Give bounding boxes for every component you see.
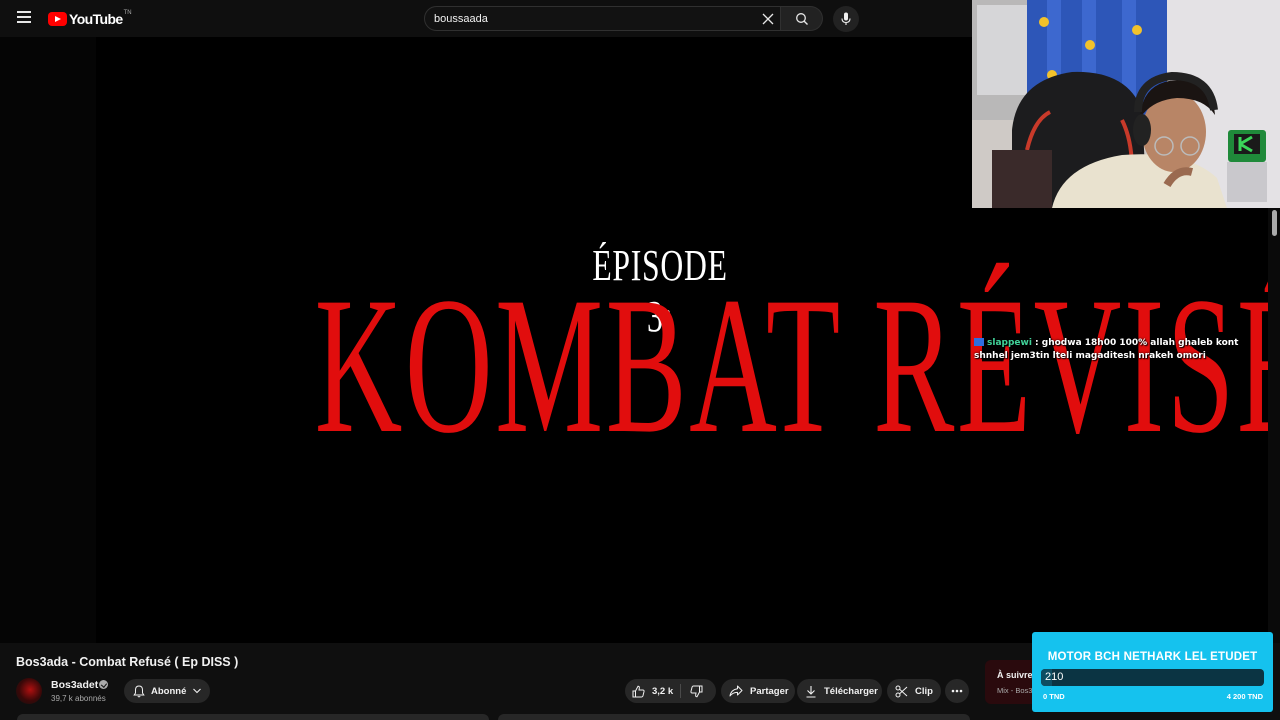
donation-goal-title: MOTOR BCH NETHARK LEL ETUDET xyxy=(1047,651,1258,663)
thumbs-down-icon xyxy=(690,685,703,697)
donation-min-label: 0 TND xyxy=(1043,692,1065,701)
scrollbar-track xyxy=(1268,208,1280,643)
scrollbar-thumb[interactable] xyxy=(1272,210,1277,236)
chevron-down-icon xyxy=(193,688,202,694)
more-icon xyxy=(951,689,963,693)
chat-badge-icon xyxy=(974,338,984,346)
donation-current-amount: 210 xyxy=(1045,671,1064,683)
video-title: Bos3ada - Combat Refusé ( Ep DISS ) xyxy=(16,655,239,669)
search-box xyxy=(424,6,781,31)
webcam-overlay xyxy=(972,0,1280,208)
up-next-subtitle: Mix - Bos3 xyxy=(997,686,1033,695)
chat-message: slappewi : ghodwa 18h00 100% allah ghale… xyxy=(974,337,1274,363)
subscriber-count: 39,7 k abonnés xyxy=(51,694,106,703)
clip-button[interactable]: Clip xyxy=(887,679,941,703)
donation-goal-widget: MOTOR BCH NETHARK LEL ETUDET 210 0 TND 4… xyxy=(1032,632,1273,712)
search-input[interactable] xyxy=(434,12,754,26)
download-icon xyxy=(806,685,816,698)
like-button[interactable]: 3,2 k xyxy=(625,679,680,703)
channel-name[interactable]: Bos3adet xyxy=(51,679,98,691)
like-dislike-group: 3,2 k xyxy=(625,679,716,703)
description-panel-peek xyxy=(17,714,489,720)
thumbs-up-icon xyxy=(632,685,645,697)
chat-username: slappewi xyxy=(987,338,1032,348)
menu-icon[interactable] xyxy=(14,8,34,28)
up-next-card[interactable]: À suivre Mix - Bos3 xyxy=(985,660,1035,704)
dislike-button[interactable] xyxy=(681,679,716,703)
video-player-margin xyxy=(0,37,96,643)
donation-progress-bar: 210 xyxy=(1041,669,1264,686)
scissors-icon xyxy=(895,685,908,697)
voice-search-button[interactable] xyxy=(833,6,859,32)
verified-icon xyxy=(99,680,108,689)
donation-max-label: 4 200 TND xyxy=(1226,692,1263,701)
title-card: KOMBAT RÉVISÉ xyxy=(314,257,1280,474)
mic-icon xyxy=(841,12,851,25)
download-label: Télécharger xyxy=(824,685,878,697)
webcam-image xyxy=(972,0,1280,208)
logo-text: YouTube xyxy=(69,11,123,27)
search-button[interactable] xyxy=(781,6,823,31)
up-next-title: À suivre xyxy=(997,670,1033,680)
comments-panel-peek xyxy=(498,714,970,720)
subscribed-label: Abonné xyxy=(151,685,187,697)
subscribed-button[interactable]: Abonné xyxy=(124,679,210,703)
youtube-logo-icon xyxy=(48,12,67,26)
share-icon xyxy=(729,685,743,697)
bell-icon xyxy=(133,684,145,697)
channel-avatar[interactable] xyxy=(16,678,42,704)
clip-label: Clip xyxy=(915,685,933,697)
youtube-logo[interactable]: YouTube TN xyxy=(48,9,132,29)
share-label: Partager xyxy=(750,685,789,697)
search-icon xyxy=(796,13,808,25)
logo-country-code: TN xyxy=(123,10,132,16)
share-button[interactable]: Partager xyxy=(721,679,795,703)
like-count: 3,2 k xyxy=(652,685,674,697)
more-actions-button[interactable] xyxy=(945,679,969,703)
clear-icon[interactable] xyxy=(760,11,776,27)
download-button[interactable]: Télécharger xyxy=(797,679,882,703)
